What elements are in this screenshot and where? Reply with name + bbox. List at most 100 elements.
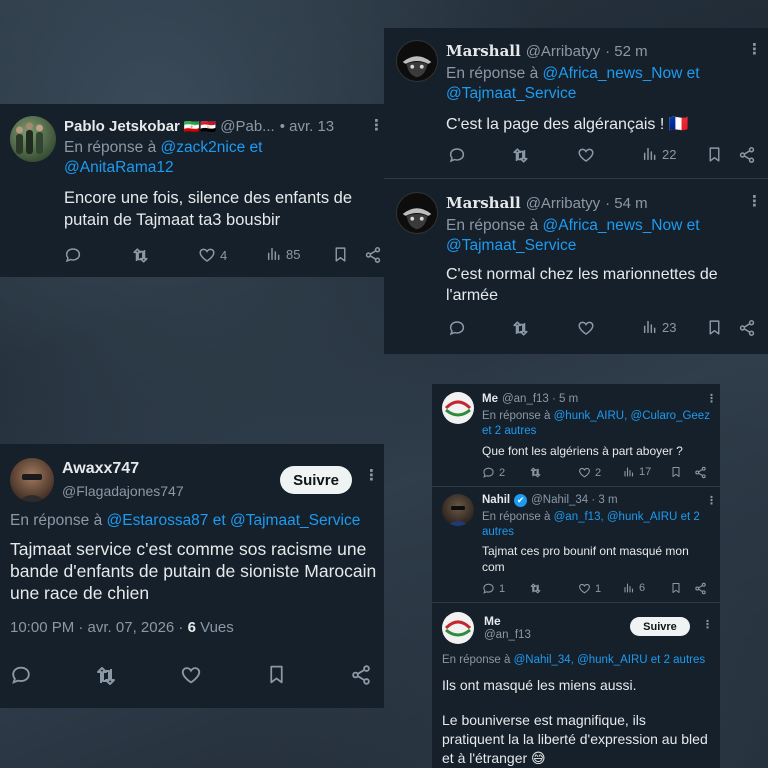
mention-link[interactable]: @Estarossa87: [107, 512, 209, 529]
mention-link[interactable]: @zack2nice: [161, 139, 246, 156]
mention-link[interactable]: @an_f13,: [554, 511, 604, 523]
more-icon[interactable]: ⋮: [706, 494, 717, 507]
share-button[interactable]: [694, 466, 707, 479]
mention-link[interactable]: @Nahil_34,: [514, 654, 574, 666]
mention-link[interactable]: @AnitaRama12: [64, 159, 174, 176]
author-name[interactable]: Marshall: [446, 194, 521, 212]
retweet-button[interactable]: [511, 319, 530, 338]
mention-link[interactable]: @hunk_AIRU: [607, 511, 677, 523]
bookmark-button[interactable]: [266, 664, 287, 685]
reply-button[interactable]: [10, 664, 32, 686]
more-icon[interactable]: ⋮: [747, 40, 762, 58]
author-handle[interactable]: @an_f13: [484, 629, 531, 641]
avatar[interactable]: [396, 40, 438, 82]
more-icon[interactable]: ⋮: [369, 116, 384, 134]
share-button[interactable]: [694, 582, 707, 595]
avatar[interactable]: [10, 458, 54, 502]
like-button[interactable]: 1: [578, 582, 601, 595]
reply-icon: [482, 582, 495, 595]
avatar[interactable]: [396, 192, 438, 234]
author-handle[interactable]: @an_f13 · 5 m: [502, 393, 578, 405]
author-handle[interactable]: @Arribatyy: [526, 195, 600, 212]
follow-button[interactable]: Suivre: [630, 617, 690, 636]
views-button[interactable]: 6: [623, 582, 645, 594]
author-handle[interactable]: @Arribatyy: [526, 43, 600, 60]
heart-icon: [198, 246, 216, 264]
reply-button[interactable]: 1: [482, 582, 505, 595]
reply-context: En réponse à @Nahil_34, @hunk_AIRU et 2 …: [442, 653, 718, 668]
more-icon[interactable]: ⋮: [364, 466, 379, 484]
mention-link[interactable]: @Tajmaat_Service: [446, 237, 576, 254]
more-icon[interactable]: ⋮: [706, 392, 717, 405]
bookmark-icon: [706, 319, 723, 336]
views-icon: [623, 582, 635, 594]
reply-and: et: [249, 139, 263, 156]
reply-button[interactable]: [448, 146, 466, 164]
like-button[interactable]: 4: [198, 246, 227, 264]
share-button[interactable]: [738, 319, 756, 337]
author-name[interactable]: Pablo Jetskobar: [64, 118, 180, 135]
avatar[interactable]: [10, 116, 56, 162]
mention-link[interactable]: @Tajmaat_Service: [230, 512, 360, 529]
mention-link[interactable]: @Cularo_Geez: [631, 410, 710, 422]
share-button[interactable]: [350, 664, 372, 686]
reply-button[interactable]: 2: [482, 466, 505, 479]
tweet-time[interactable]: · 52 m: [605, 43, 648, 60]
tweet-text: Encore une fois, silence des enfants de …: [64, 189, 353, 229]
views-button[interactable]: 22: [642, 146, 676, 162]
like-button[interactable]: [180, 664, 202, 686]
bookmark-button[interactable]: [670, 582, 682, 594]
views-button[interactable]: 85: [266, 246, 300, 262]
reply-button[interactable]: [64, 246, 82, 264]
like-button[interactable]: 2: [578, 466, 601, 479]
author-name[interactable]: Nahil: [482, 494, 510, 506]
like-button[interactable]: [577, 146, 595, 164]
bookmark-button[interactable]: [706, 319, 723, 336]
reply-others[interactable]: et 2 autres: [482, 425, 536, 437]
avatar[interactable]: [442, 392, 474, 424]
tweet-time[interactable]: · 54 m: [605, 195, 648, 212]
author-name[interactable]: Me: [484, 614, 501, 628]
retweet-button[interactable]: [529, 466, 542, 479]
flag-logo-icon: [444, 400, 472, 417]
mention-link[interactable]: @Africa_news_Now: [543, 217, 683, 234]
share-button[interactable]: [364, 246, 382, 264]
retweet-button[interactable]: [94, 664, 118, 688]
reply-icon: [64, 246, 82, 264]
author-handle[interactable]: @Nahil_34 · 3 m: [531, 494, 617, 506]
views-button[interactable]: 17: [623, 466, 651, 478]
retweet-button[interactable]: [529, 582, 542, 595]
reply-button[interactable]: [448, 319, 466, 337]
more-icon[interactable]: ⋮: [747, 192, 762, 210]
follow-button[interactable]: Suivre: [280, 466, 352, 494]
tweet-time[interactable]: • avr. 13: [280, 118, 334, 135]
avatar[interactable]: [442, 494, 474, 526]
reply-prefix: En réponse à: [10, 512, 103, 529]
bookmark-button[interactable]: [332, 246, 349, 263]
share-button[interactable]: [738, 146, 756, 164]
retweet-button[interactable]: [511, 146, 530, 165]
views-button[interactable]: 23: [642, 319, 676, 335]
author-handle[interactable]: @Pab...: [220, 118, 274, 135]
like-button[interactable]: [577, 319, 595, 337]
mention-link[interactable]: @Tajmaat_Service: [446, 85, 576, 102]
bookmark-button[interactable]: [706, 146, 723, 163]
reply-others[interactable]: et 2 autres: [651, 654, 705, 666]
author-name[interactable]: Marshall: [446, 42, 521, 60]
author-name[interactable]: Awaxx747: [62, 460, 139, 478]
timestamp[interactable]: 10:00 PM · avr. 07, 2026 ·: [10, 619, 183, 636]
reply-prefix: En réponse à: [64, 139, 157, 156]
mention-link[interactable]: @Africa_news_Now: [543, 65, 683, 82]
verified-badge-icon: ✔: [514, 494, 528, 507]
mention-link[interactable]: @hunk_AIRU,: [554, 410, 628, 422]
author-name[interactable]: Me: [482, 393, 498, 405]
retweet-button[interactable]: [131, 246, 150, 265]
bookmark-button[interactable]: [670, 466, 682, 478]
views-count: 22: [662, 146, 677, 162]
author-handle[interactable]: @Flagadajones747: [62, 483, 184, 499]
flag-logo-icon: [444, 620, 472, 637]
avatar[interactable]: [442, 612, 474, 644]
mention-link[interactable]: @hunk_AIRU: [577, 654, 647, 666]
group-photo-icon: [16, 122, 43, 154]
more-icon[interactable]: ⋮: [702, 618, 713, 631]
